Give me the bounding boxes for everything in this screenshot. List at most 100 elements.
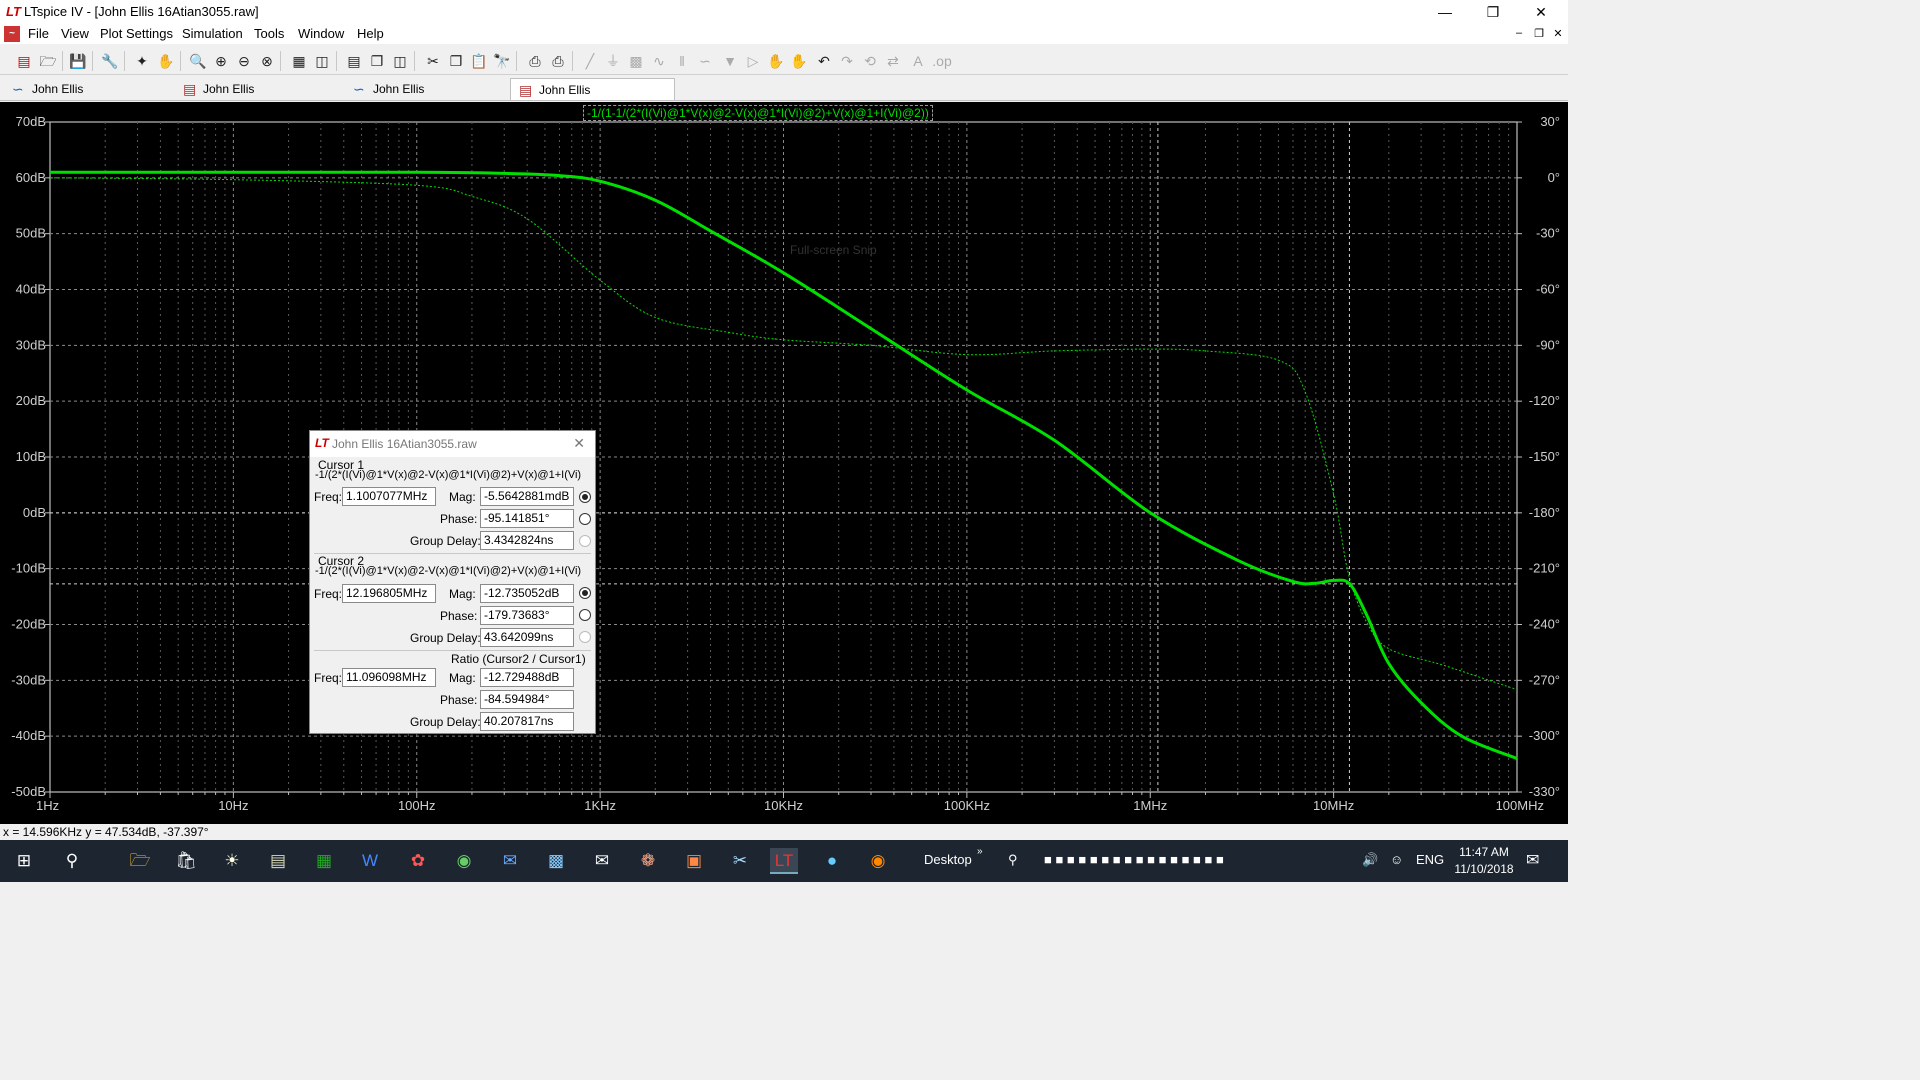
app-red-icon[interactable]: ✿ <box>404 848 432 874</box>
cursor-window-titlebar[interactable]: LT John Ellis 16Atian3055.raw ✕ <box>310 431 595 457</box>
waveform-plot[interactable]: 70dB 30° 60dB 0° 50dB -30° 40dB -60° 30dB -90° 20d… <box>0 102 1568 824</box>
cursor1-mag-field[interactable]: -5.5642881mdB <box>480 487 574 506</box>
tab-16athd3055-asc[interactable]: ∽ John Ellis 16ATHD3055.asc <box>4 78 174 118</box>
cursor1-group-delay-field[interactable]: 3.4342824ns <box>480 531 574 550</box>
firefox-icon[interactable]: ◉ <box>864 848 892 874</box>
excel-icon[interactable]: ▦ <box>310 848 338 874</box>
chevron-right-icon[interactable]: » <box>977 846 983 857</box>
windows-start-icon[interactable]: ⊞ <box>10 848 38 874</box>
cascade-icon[interactable]: ❐ <box>367 51 387 71</box>
brightness-icon[interactable]: ☀ <box>218 848 246 874</box>
autorange-icon[interactable]: ▦ <box>289 51 309 71</box>
mirror-icon[interactable]: ⇄ <box>883 51 903 71</box>
ratio-group-delay-field[interactable]: 40.207817ns <box>480 712 574 731</box>
zoom-fit-icon[interactable]: ⊗ <box>257 51 277 71</box>
text-icon[interactable]: A <box>908 51 928 71</box>
run-icon[interactable]: ✦ <box>132 51 152 71</box>
capacitor-icon[interactable]: ‖ <box>672 51 692 71</box>
ltspice-taskbar-icon[interactable]: LT <box>770 848 798 874</box>
close-icon[interactable]: ✕ <box>573 435 585 452</box>
tile-vertical-icon[interactable]: ◫ <box>390 51 410 71</box>
cursor2-phase-radio[interactable] <box>579 609 591 621</box>
cursor2-phase-field[interactable]: -179.73683° <box>480 606 574 625</box>
remote-desktop-icon[interactable]: ▩ <box>542 848 570 874</box>
desktop-toolbar[interactable]: Desktop <box>924 852 972 867</box>
menu-window[interactable]: Window <box>298 26 344 41</box>
notifications-icon[interactable]: ✉ <box>1526 850 1539 870</box>
people-icon[interactable]: ⚲ <box>1008 852 1018 868</box>
zoom-in-icon[interactable]: ⊕ <box>211 51 231 71</box>
word-icon[interactable]: W <box>356 848 384 874</box>
ratio-freq-field[interactable]: 11.096098MHz <box>342 668 436 687</box>
zoom-out-icon[interactable]: ⊖ <box>234 51 254 71</box>
mdi-close-icon[interactable]: ✕ <box>1549 27 1567 40</box>
ratio-mag-field[interactable]: -12.729488dB <box>480 668 574 687</box>
ground-icon[interactable]: ⏚ <box>603 51 623 71</box>
skype-icon[interactable]: ● <box>818 848 846 874</box>
cursor1-phase-field[interactable]: -95.141851° <box>480 509 574 528</box>
tray-icons[interactable]: ■ ■ ■ ■ ■ ■ ■ ■ ■ ■ ■ ■ ■ ■ ■ ■ <box>1044 852 1224 867</box>
cursor2-group-delay-field[interactable]: 43.642099ns <box>480 628 574 647</box>
label-net-icon[interactable]: ▩ <box>626 51 646 71</box>
move-icon[interactable]: ✋ <box>766 51 786 71</box>
maximize-icon[interactable]: ❐ <box>1470 2 1516 22</box>
cut-icon[interactable]: ✂ <box>423 51 443 71</box>
inductor-icon[interactable]: ∽ <box>695 51 715 71</box>
plot-canvas[interactable]: 70dB 30° 60dB 0° 50dB -30° 40dB -60° 30dB -90° 20d… <box>0 102 1568 824</box>
paste-icon[interactable]: 📋 <box>469 51 489 71</box>
print-icon[interactable]: ⎙ <box>548 51 568 71</box>
menu-view[interactable]: View <box>61 26 89 41</box>
file-explorer-icon[interactable]: 🗁 <box>126 848 154 874</box>
menu-tools[interactable]: Tools <box>254 26 284 41</box>
rotate-icon[interactable]: ⟲ <box>860 51 880 71</box>
image-viewer-icon[interactable]: ▣ <box>680 848 708 874</box>
cursor1-phase-radio[interactable] <box>579 513 591 525</box>
print-preview-icon[interactable]: ⎙ <box>525 51 545 71</box>
spice-directive-icon[interactable]: .op <box>932 51 952 71</box>
cursor2-freq-field[interactable]: 12.196805MHz <box>342 584 436 603</box>
mail-icon[interactable]: ✉ <box>588 848 616 874</box>
tab-16atian3055-raw[interactable]: ▤ John Ellis 16Atian3055.raw <box>510 78 675 119</box>
cursor2-mag-radio[interactable] <box>579 587 591 599</box>
volume-icon[interactable]: 🔊 <box>1362 852 1378 868</box>
menu-file[interactable]: File <box>28 26 49 41</box>
trace-expression-label[interactable]: -1/(1-1/(2*(I(Vi)@1*V(x)@2-V(x)@1*I(Vi)@… <box>583 105 933 121</box>
redo-icon[interactable]: ↷ <box>837 51 857 71</box>
document-icon[interactable]: ~ <box>4 26 20 42</box>
halt-icon[interactable]: ✋ <box>156 51 176 71</box>
tab-16atian3055-asc[interactable]: ∽ John Ellis 16Atian3055.asc <box>345 78 510 118</box>
component-icon[interactable]: ▷ <box>743 51 763 71</box>
ratio-phase-field[interactable]: -84.594984° <box>480 690 574 709</box>
clock[interactable]: 11:47 AM 11/10/2018 <box>1444 844 1524 878</box>
cursor1-gd-radio[interactable] <box>579 535 591 547</box>
paint-icon[interactable]: ❁ <box>634 848 662 874</box>
mdi-restore-icon[interactable]: ❐ <box>1530 27 1548 40</box>
copy-icon[interactable]: ❐ <box>446 51 466 71</box>
undo-icon[interactable]: ↶ <box>814 51 834 71</box>
new-schematic-icon[interactable]: ▤ <box>14 51 34 71</box>
chrome-icon[interactable]: ◉ <box>450 848 478 874</box>
find-icon[interactable]: 🔭 <box>492 51 512 71</box>
menu-simulation[interactable]: Simulation <box>182 26 243 41</box>
snipping-tool-icon[interactable]: ✂ <box>726 848 754 874</box>
store-icon[interactable]: 🛍 <box>172 848 200 874</box>
open-icon[interactable]: 🗁 <box>38 51 58 71</box>
language-indicator[interactable]: ENG <box>1416 852 1444 867</box>
cursor2-gd-radio[interactable] <box>579 631 591 643</box>
search-icon[interactable]: ⚲ <box>58 848 86 874</box>
save-icon[interactable]: 💾 <box>68 51 88 71</box>
tab-16athd3055-raw[interactable]: ▤ John Ellis 16ATHD3055.raw <box>175 78 345 118</box>
resistor-icon[interactable]: ∿ <box>649 51 669 71</box>
menu-plot-settings[interactable]: Plot Settings <box>100 26 173 41</box>
cursor1-freq-field[interactable]: 1.1007077MHz <box>342 487 436 506</box>
control-panel-icon[interactable]: 🔧 <box>100 51 120 71</box>
notepad-icon[interactable]: ▤ <box>264 848 292 874</box>
diode-icon[interactable]: ▼ <box>720 51 740 71</box>
close-icon[interactable]: ✕ <box>1518 2 1564 22</box>
network-icon[interactable]: ☺ <box>1390 852 1403 867</box>
outlook-icon[interactable]: ✉ <box>496 848 524 874</box>
mdi-minimize-icon[interactable]: – <box>1510 27 1528 39</box>
menu-help[interactable]: Help <box>357 26 384 41</box>
minimize-icon[interactable]: — <box>1422 2 1468 22</box>
tile-horizontal-icon[interactable]: ▤ <box>344 51 364 71</box>
